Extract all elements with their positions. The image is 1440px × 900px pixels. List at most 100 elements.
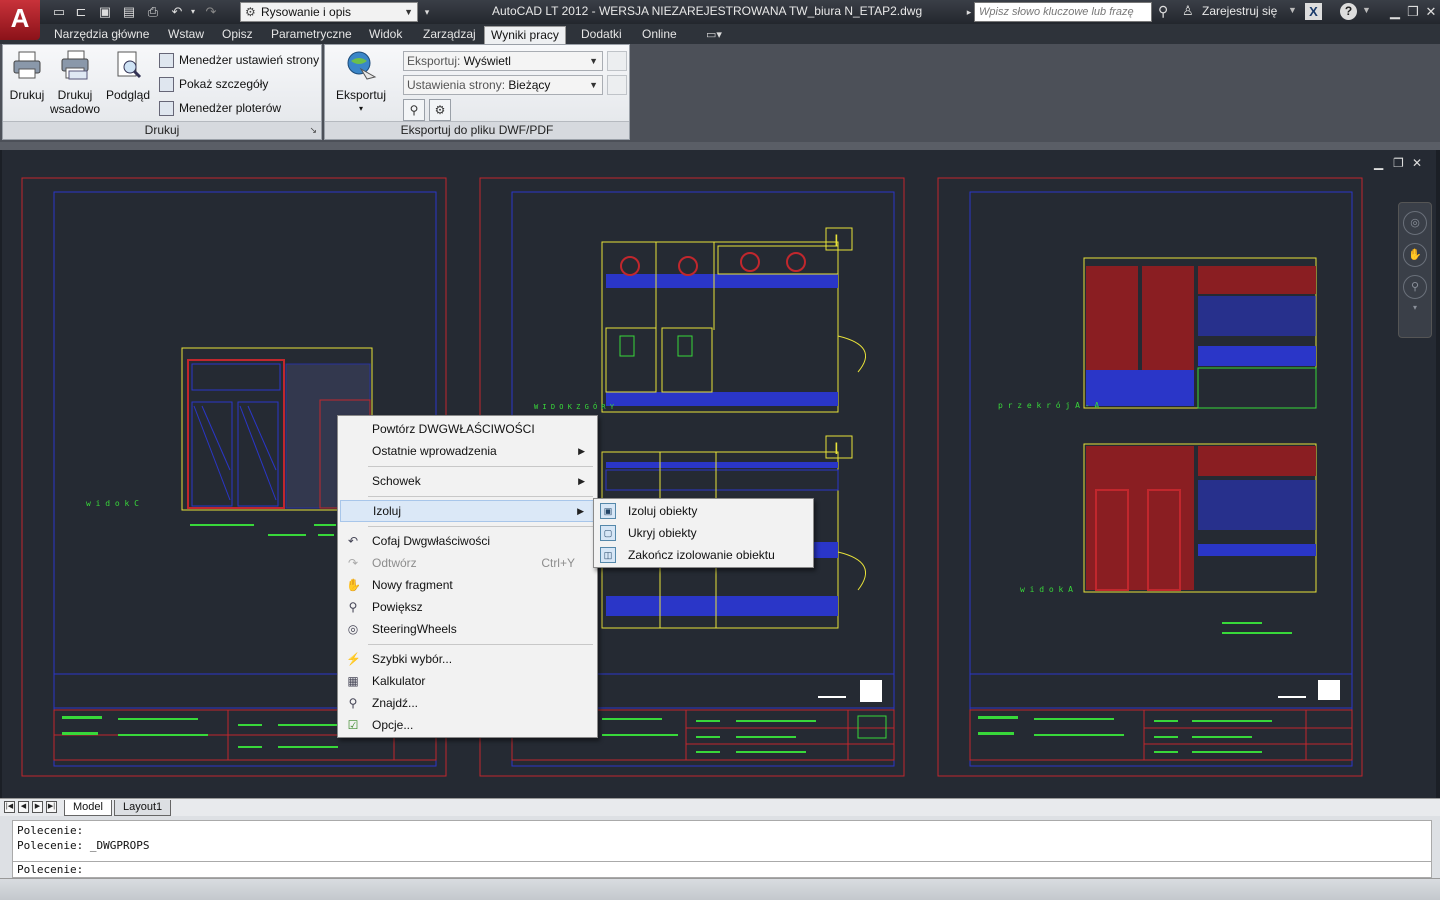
application-menu-button[interactable]: A (0, 0, 40, 40)
drawing-close-icon[interactable]: ✕ (1412, 156, 1422, 170)
page-setup-label: Menedżer ustawień strony (179, 53, 320, 67)
title-bar: A ▭ ⊏ ▣ ▤ ⎙ ↶ ▾ ↷ ⚙ Rysowanie i opis ▼ ▾… (0, 0, 1440, 40)
signin-link[interactable]: Zarejestruj się (1202, 4, 1277, 18)
ribbon-options-icon[interactable]: ▭▾ (706, 28, 722, 41)
save-as-icon[interactable]: ▤ (120, 3, 138, 21)
menu-item-label: Nowy fragment (372, 578, 453, 592)
drawing-restore-icon[interactable]: ❐ (1393, 156, 1404, 170)
tab-addins[interactable]: Dodatki (575, 26, 628, 44)
page-setup-options-icon[interactable] (607, 75, 627, 95)
drawing-canvas[interactable]: ▁ ❐ ✕ ◎ ✋ ⚲ ▾ w i d o k C I W I D O K Z … (2, 150, 1436, 798)
dialog-launcher-icon[interactable]: ↘ (309, 122, 317, 139)
chevron-down-icon[interactable]: ▼ (1362, 5, 1371, 15)
menu-separator (368, 526, 593, 527)
save-icon[interactable]: ▣ (96, 3, 114, 21)
menu-item-find[interactable]: ⚲ Znajdź... (340, 692, 595, 714)
menu-item-label: Izoluj (373, 504, 402, 518)
tab-annotate[interactable]: Opisz (216, 26, 259, 44)
nav-dropdown-icon[interactable]: ▾ (1399, 303, 1431, 312)
print-icon[interactable]: ⎙ (144, 3, 162, 21)
export-options-icon[interactable] (607, 51, 627, 71)
exchange-icon[interactable]: X (1305, 3, 1322, 20)
menu-item-steeringwheels[interactable]: ◎ SteeringWheels (340, 618, 595, 640)
design-logo-2 (818, 696, 846, 698)
menu-item-repeat-dwgprops[interactable]: Powtórz DWGWŁAŚCIWOŚCI (340, 418, 595, 440)
export-panel: Eksportuj ▾ Eksportuj: Wyświetl ▼ Ustawie… (324, 44, 630, 140)
details-icon (159, 77, 174, 92)
next-layout-icon[interactable]: ▶ (32, 801, 43, 813)
pan-hand-icon[interactable]: ✋ (1403, 243, 1427, 267)
quick-select-icon: ⚡ (346, 652, 361, 666)
tab-online[interactable]: Online (636, 26, 683, 44)
batch-print-button[interactable]: Drukuj wsadowo (49, 49, 101, 116)
prev-layout-icon[interactable]: ◀ (18, 801, 29, 813)
export-settings-icon[interactable]: ⚙ (429, 99, 451, 121)
page-setup-manager-button[interactable]: Menedżer ustawień strony (157, 51, 319, 71)
print-label: Drukuj (9, 88, 45, 102)
chevron-down-icon: ▼ (404, 7, 413, 17)
menu-item-label: Schowek (372, 474, 421, 488)
menu-item-pan[interactable]: ✋ Nowy fragment (340, 574, 595, 596)
show-details-button[interactable]: Pokaż szczegóły (157, 75, 268, 95)
submenu-arrow-icon: ▶ (578, 476, 585, 486)
export-select[interactable]: Eksportuj: Wyświetl ▼ (403, 51, 603, 71)
tab-insert[interactable]: Wstaw (162, 26, 210, 44)
zoom-icon[interactable]: ⚲ (1403, 275, 1427, 299)
svg-text:I: I (834, 231, 839, 250)
menu-item-isolate[interactable]: Izoluj ▶ (340, 500, 595, 522)
search-input[interactable]: Wpisz słowo kluczowe lub frazę (974, 2, 1152, 22)
menu-item-isolate-objects[interactable]: ▣ Izoluj obiekty (596, 500, 811, 522)
tab-layout1[interactable]: Layout1 (114, 800, 172, 816)
open-file-icon[interactable]: ⊏ (72, 3, 90, 21)
chevron-down-icon: ▼ (589, 56, 598, 66)
command-input[interactable]: Polecenie: (12, 862, 1432, 878)
preview-export-icon[interactable]: ⚲ (403, 99, 425, 121)
restore-icon[interactable]: ❐ (1404, 3, 1422, 21)
first-layout-icon[interactable]: |◀ (4, 801, 15, 813)
export-button[interactable]: Eksportuj ▾ (331, 49, 391, 116)
menu-item-calculator[interactable]: ▦ Kalkulator (340, 670, 595, 692)
isolate-objects-icon: ▣ (600, 503, 616, 519)
user-icon[interactable]: ♙ (1182, 3, 1194, 19)
menu-item-recent-input[interactable]: Ostatnie wprowadzenia ▶ (340, 440, 595, 462)
steering-wheel-icon[interactable]: ◎ (1403, 211, 1427, 235)
print-button[interactable]: Drukuj (7, 49, 47, 102)
minimize-icon[interactable]: ▁ (1386, 3, 1404, 21)
menu-item-end-isolation[interactable]: ◫ Zakończ izolowanie obiektu (596, 544, 811, 566)
plotter-manager-button[interactable]: Menedżer ploterów (157, 99, 281, 119)
close-icon[interactable]: ✕ (1422, 3, 1440, 21)
plotter-icon (159, 101, 174, 116)
preview-button[interactable]: Podgląd (103, 49, 153, 102)
page-setup-select-value: Bieżący (508, 78, 551, 92)
tab-parametric[interactable]: Parametryczne (265, 26, 358, 44)
chevron-down-icon[interactable]: ▼ (1288, 5, 1297, 15)
menu-item-label: Szybki wybór... (372, 652, 453, 666)
workspace-select[interactable]: ⚙ Rysowanie i opis ▼ (240, 2, 418, 22)
label-przekroj: p r z e k r ó j A - A (998, 400, 1099, 410)
tab-home[interactable]: Narzędzia główne (48, 26, 155, 44)
tab-model[interactable]: Model (64, 800, 112, 816)
menu-item-quick-select[interactable]: ⚡ Szybki wybór... (340, 648, 595, 670)
tab-manage[interactable]: Zarządzaj (417, 26, 482, 44)
tab-view[interactable]: Widok (363, 26, 408, 44)
menu-separator (368, 496, 593, 497)
new-file-icon[interactable]: ▭ (50, 3, 68, 21)
export-dropdown-icon[interactable]: ▾ (331, 102, 391, 116)
last-layout-icon[interactable]: ▶| (46, 801, 57, 813)
menu-item-zoom[interactable]: ⚲ Powiększ (340, 596, 595, 618)
menu-item-options[interactable]: ☑ Opcje... (340, 714, 595, 736)
quick-access-dropdown-icon[interactable]: ▾ (418, 3, 436, 21)
steering-wheel-icon: ◎ (347, 622, 359, 636)
menu-item-hide-objects[interactable]: ▢ Ukryj obiekty (596, 522, 811, 544)
find-icon: ⚲ (348, 696, 358, 710)
undo-dropdown-icon[interactable]: ▾ (184, 3, 202, 21)
menu-item-undo[interactable]: ↶ Cofaj Dwgwłaściwości (340, 530, 595, 552)
menu-item-clipboard[interactable]: Schowek ▶ (340, 470, 595, 492)
help-icon[interactable]: ? (1340, 3, 1357, 20)
menu-item-redo[interactable]: ↷ Odtwórz Ctrl+Y (340, 552, 595, 574)
binoculars-icon[interactable]: ⚲ (1158, 3, 1168, 20)
redo-icon[interactable]: ↷ (202, 3, 220, 21)
tab-output[interactable]: Wyniki pracy (484, 26, 566, 44)
pan-icon: ✋ (346, 578, 361, 592)
page-setup-select[interactable]: Ustawienia strony: Bieżący ▼ (403, 75, 603, 95)
